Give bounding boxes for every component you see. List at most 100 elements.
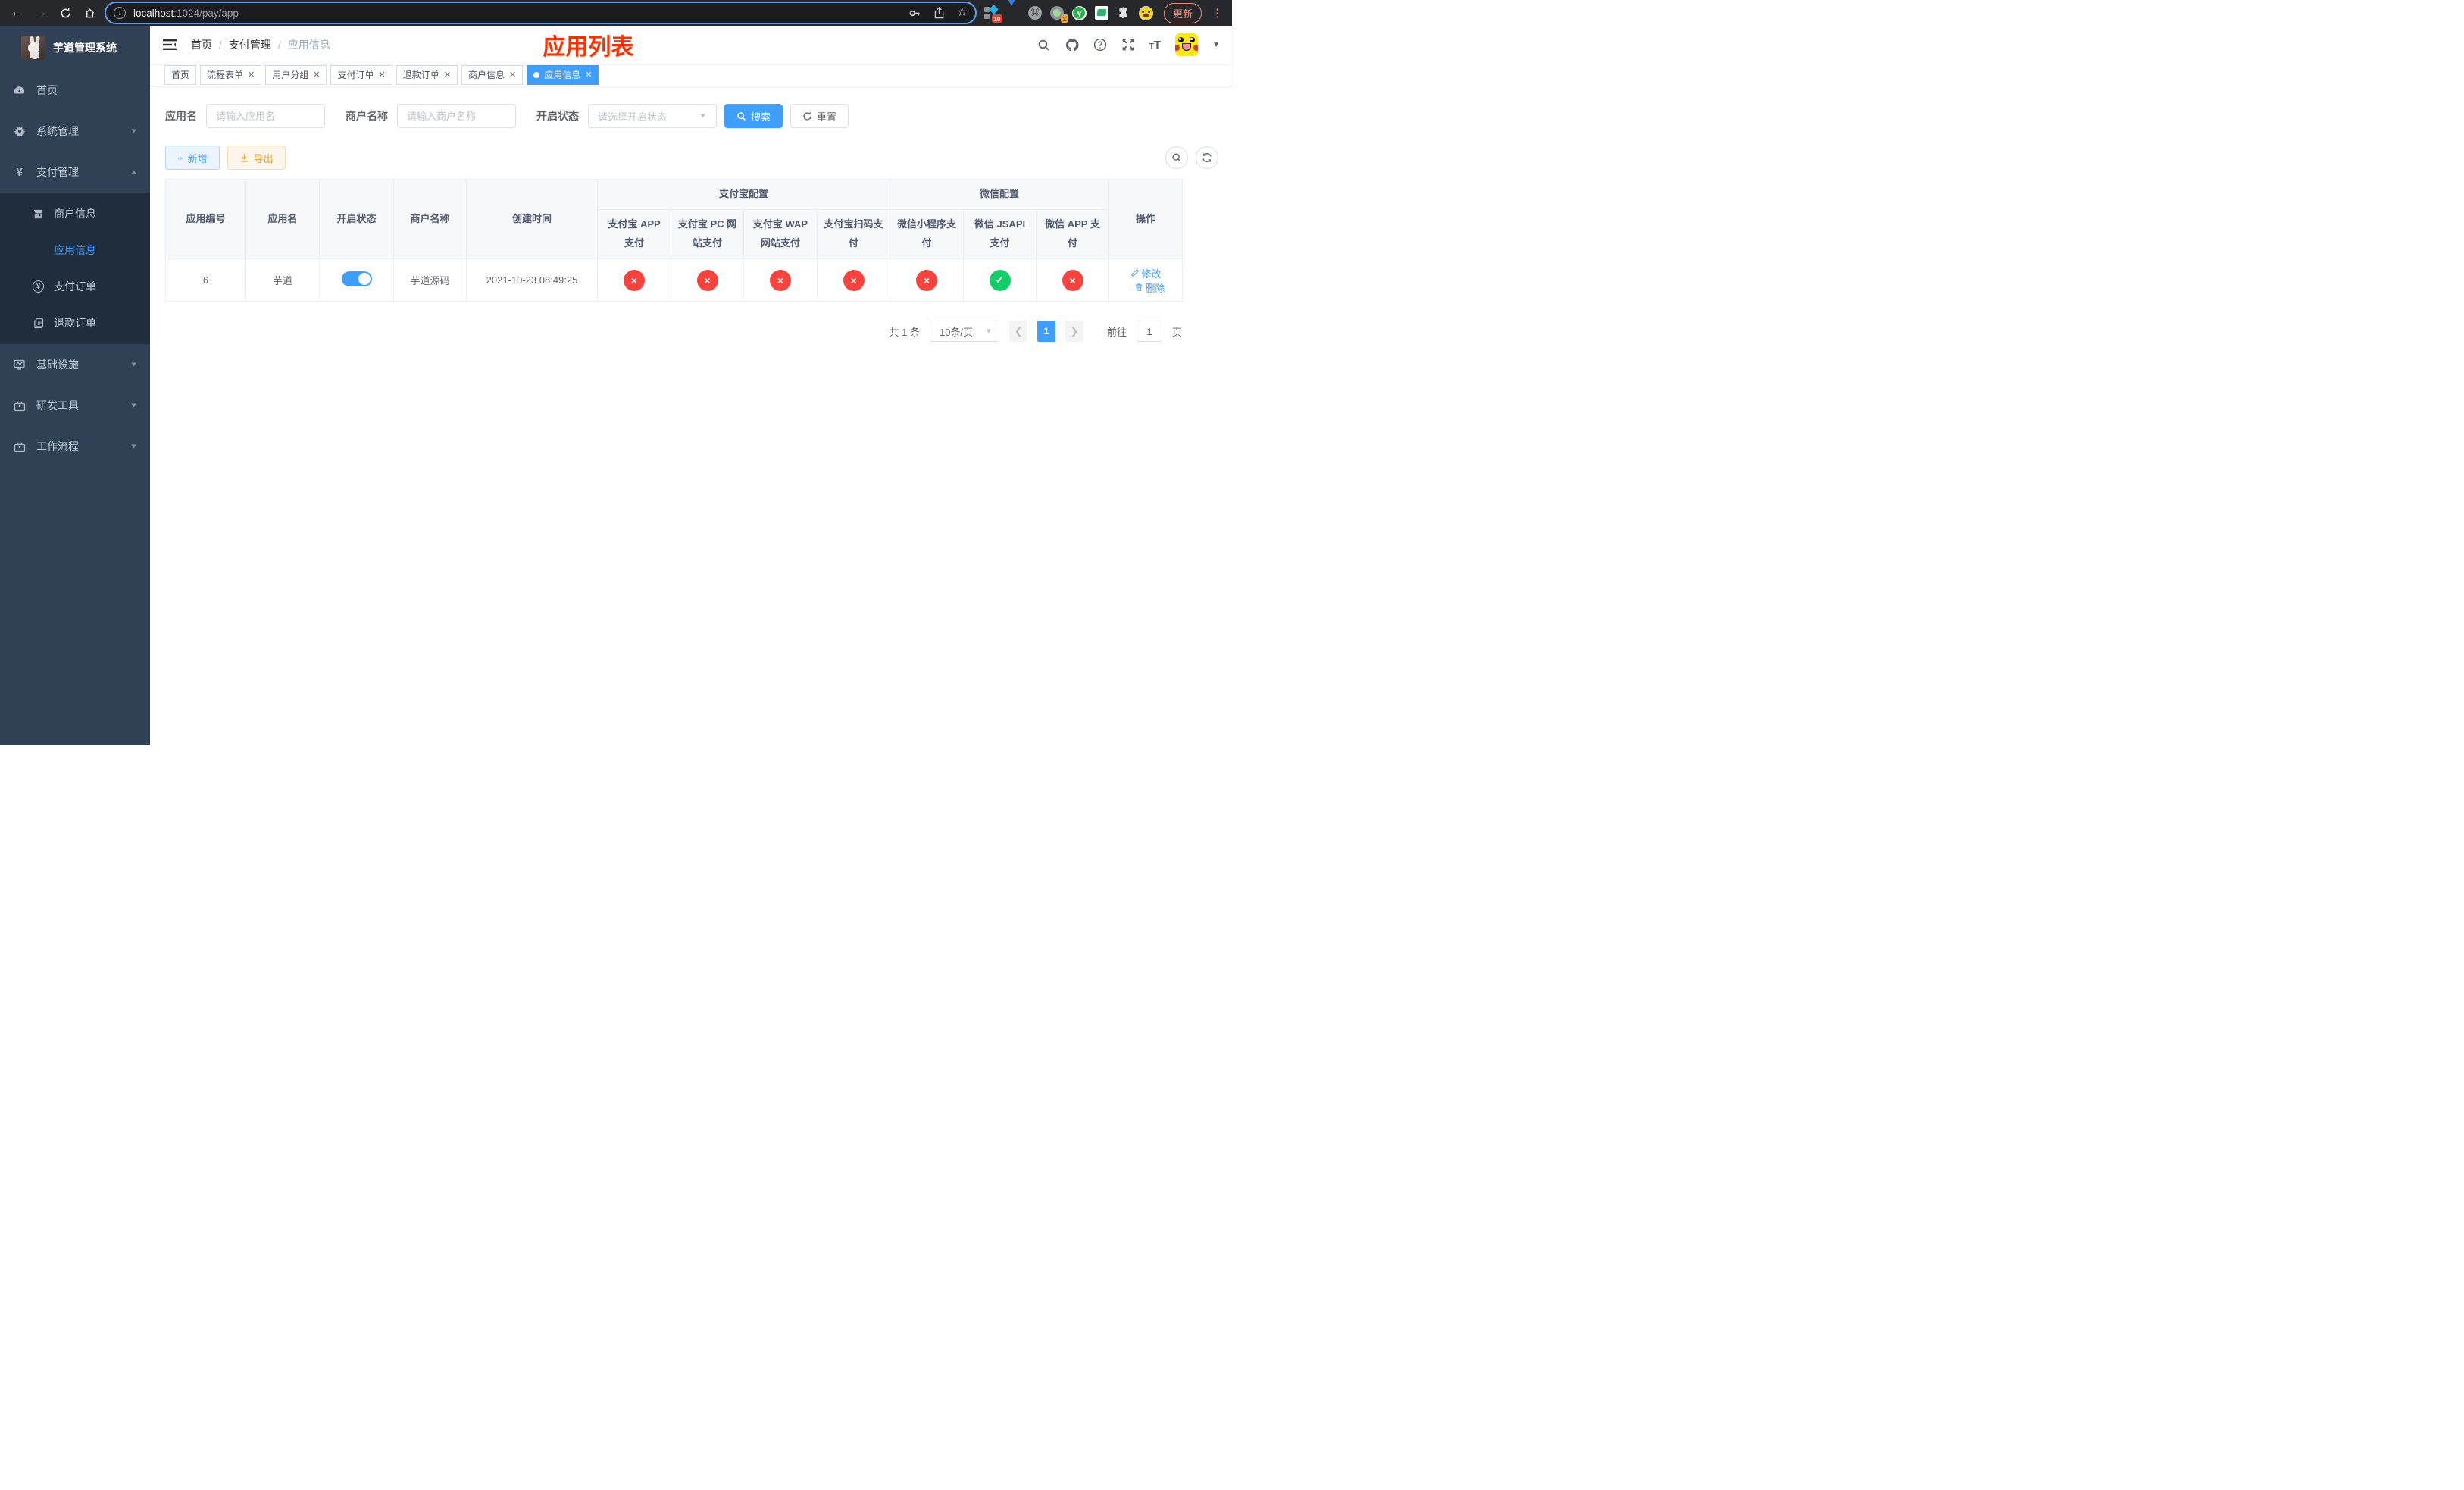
sidebar-item-merchant-info[interactable]: 商户信息	[0, 196, 150, 232]
tag-tabs-bar: 首页 流程表单 ✕ 用户分组 ✕ 支付订单 ✕ 退款订单 ✕ 商户信息 ✕ 应用…	[150, 64, 1232, 86]
browser-menu-icon[interactable]: ⋮	[1210, 6, 1226, 20]
extensions-bar: 10 ⌘ 1 y 更新 ⋮	[983, 0, 1226, 23]
col-header-status: 开启状态	[319, 179, 394, 259]
sidebar-collapse-icon[interactable]	[162, 36, 179, 53]
next-page-button[interactable]: ❯	[1065, 321, 1083, 342]
extension-proxy-icon[interactable]: 1	[1049, 6, 1068, 23]
merchant-name-input[interactable]	[397, 104, 516, 128]
page-unit-label: 页	[1171, 326, 1182, 338]
search-icon[interactable]	[1037, 38, 1051, 52]
sidebar-menu: 首页 系统管理 ▼ ¥ 支付管理 ▲ 商户信息 应用信息 ¥ 支付订单 退款订单…	[0, 70, 150, 745]
breadcrumb-payment[interactable]: 支付管理	[229, 37, 271, 52]
extension-chat-icon[interactable]	[1094, 6, 1108, 20]
goto-page-input[interactable]	[1136, 321, 1162, 342]
active-dot	[533, 71, 540, 78]
app-name-input[interactable]	[206, 104, 325, 128]
col-header-alipay-wap: 支付宝 WAP 网站支付	[743, 209, 818, 259]
prev-page-button[interactable]: ❮	[1008, 321, 1027, 342]
delete-link[interactable]: 删除	[1134, 280, 1165, 295]
sidebar: 芋道管理系统 首页 系统管理 ▼ ¥ 支付管理 ▲ 商户信息 应用信息 ¥ 支付…	[0, 26, 150, 745]
user-avatar[interactable]	[1175, 33, 1199, 56]
yen-icon: ¥	[16, 165, 23, 179]
url-bar[interactable]: i localhost:1024/pay/app ☆	[105, 2, 977, 24]
tab-merchant-info[interactable]: 商户信息 ✕	[461, 64, 524, 85]
share-icon[interactable]	[933, 7, 945, 19]
extension-gem-icon[interactable]	[1005, 0, 1020, 20]
extensions-puzzle-icon[interactable]	[1117, 6, 1130, 20]
sidebar-item-system[interactable]: 系统管理 ▼	[0, 111, 150, 152]
alipay-app-status-icon: ×	[624, 269, 645, 291]
tab-home[interactable]: 首页	[164, 64, 197, 85]
avatar-caret-icon[interactable]: ▼	[1212, 41, 1220, 49]
status-toggle[interactable]	[341, 271, 372, 286]
close-icon[interactable]: ✕	[444, 70, 451, 80]
toggle-search-icon[interactable]	[1165, 146, 1188, 169]
profile-avatar-icon[interactable]	[1138, 5, 1153, 20]
sidebar-item-pay-order[interactable]: ¥ 支付订单	[0, 268, 150, 305]
wechat-app-status-icon: ×	[1062, 269, 1083, 291]
extension-yudao-icon[interactable]: y	[1071, 5, 1087, 20]
tab-pay-order[interactable]: 支付订单 ✕	[330, 64, 392, 85]
page-content: 应用名 商户名称 开启状态 请选择开启状态 ▼ 搜索	[150, 86, 1232, 745]
reset-button[interactable]: 重置	[790, 104, 849, 128]
extension-pinned-icon[interactable]: 10	[983, 5, 1002, 23]
browser-nav-buttons: ← →	[6, 2, 100, 23]
close-icon[interactable]: ✕	[509, 70, 516, 80]
close-icon[interactable]: ✕	[585, 70, 592, 80]
sidebar-item-refund-order[interactable]: 退款订单	[0, 305, 150, 341]
sidebar-item-workflow[interactable]: 工作流程 ▼	[0, 426, 150, 467]
col-header-id: 应用编号	[165, 179, 246, 259]
sidebar-item-payment[interactable]: ¥ 支付管理 ▲	[0, 152, 150, 193]
close-icon[interactable]: ✕	[379, 70, 386, 80]
chevron-down-icon: ▼	[130, 361, 138, 368]
app-shell: 芋道管理系统 首页 系统管理 ▼ ¥ 支付管理 ▲ 商户信息 应用信息 ¥ 支付…	[0, 26, 1232, 745]
edit-link[interactable]: 修改	[1130, 266, 1162, 280]
group-header-wechat: 微信配置	[890, 179, 1110, 210]
col-header-wx-lite: 微信小程序支付	[890, 209, 965, 259]
browser-toolbar: ← → i localhost:1024/pay/app ☆ 10 ⌘ 1 y …	[0, 0, 1232, 26]
screen: ← → i localhost:1024/pay/app ☆ 10 ⌘ 1 y …	[0, 0, 1232, 745]
home-icon[interactable]	[79, 2, 100, 23]
col-header-create-time: 创建时间	[466, 179, 598, 259]
password-key-icon[interactable]	[908, 7, 921, 20]
close-icon[interactable]: ✕	[248, 70, 255, 80]
monitor-chart-icon	[13, 358, 26, 371]
chevron-down-icon: ▼	[699, 112, 707, 120]
add-button[interactable]: + 新增	[165, 146, 220, 170]
forward-icon[interactable]: →	[30, 2, 52, 23]
page-number-button[interactable]: 1	[1037, 321, 1055, 342]
breadcrumb-current: 应用信息	[287, 39, 330, 51]
reload-icon[interactable]	[55, 2, 76, 23]
sidebar-item-label: 基础设施	[36, 358, 79, 371]
tab-process-form[interactable]: 流程表单 ✕	[200, 64, 262, 85]
export-button[interactable]: 导出	[227, 146, 286, 170]
help-icon[interactable]	[1093, 38, 1107, 52]
navbar-actions: TT ▼	[1037, 33, 1220, 56]
refresh-icon[interactable]	[1196, 146, 1218, 169]
extension-command-icon[interactable]: ⌘	[1027, 6, 1042, 20]
group-header-alipay: 支付宝配置	[596, 179, 891, 210]
fullscreen-icon[interactable]	[1121, 38, 1135, 52]
site-info-icon[interactable]: i	[114, 7, 126, 19]
page-size-select[interactable]: 10条/页 ▼	[929, 321, 999, 342]
tab-refund-order[interactable]: 退款订单 ✕	[396, 64, 458, 85]
sidebar-item-app-info[interactable]: 应用信息	[0, 232, 150, 268]
table-toolbar: + 新增 导出	[165, 146, 1218, 170]
table-row: 6 芋道 芋道源码 2021-10-23 08:49:25 × × × × × …	[165, 258, 1184, 302]
tab-app-info[interactable]: 应用信息 ✕	[527, 64, 599, 85]
sidebar-item-home[interactable]: 首页	[0, 70, 150, 111]
search-button[interactable]: 搜索	[724, 104, 783, 128]
sidebar-logo[interactable]: 芋道管理系统	[0, 26, 150, 70]
sidebar-item-infrastructure[interactable]: 基础设施 ▼	[0, 344, 150, 385]
bookmark-star-icon[interactable]: ☆	[957, 7, 968, 19]
document-icon	[33, 318, 44, 329]
close-icon[interactable]: ✕	[313, 70, 320, 80]
tab-user-group[interactable]: 用户分组 ✕	[265, 64, 327, 85]
sidebar-item-dev-tools[interactable]: 研发工具 ▼	[0, 385, 150, 426]
browser-update-button[interactable]: 更新	[1163, 2, 1202, 23]
font-size-icon[interactable]: TT	[1149, 39, 1161, 52]
github-icon[interactable]	[1065, 38, 1079, 52]
back-icon[interactable]: ←	[6, 2, 27, 23]
breadcrumb-home[interactable]: 首页	[191, 37, 212, 52]
status-select[interactable]: 请选择开启状态 ▼	[588, 104, 717, 128]
